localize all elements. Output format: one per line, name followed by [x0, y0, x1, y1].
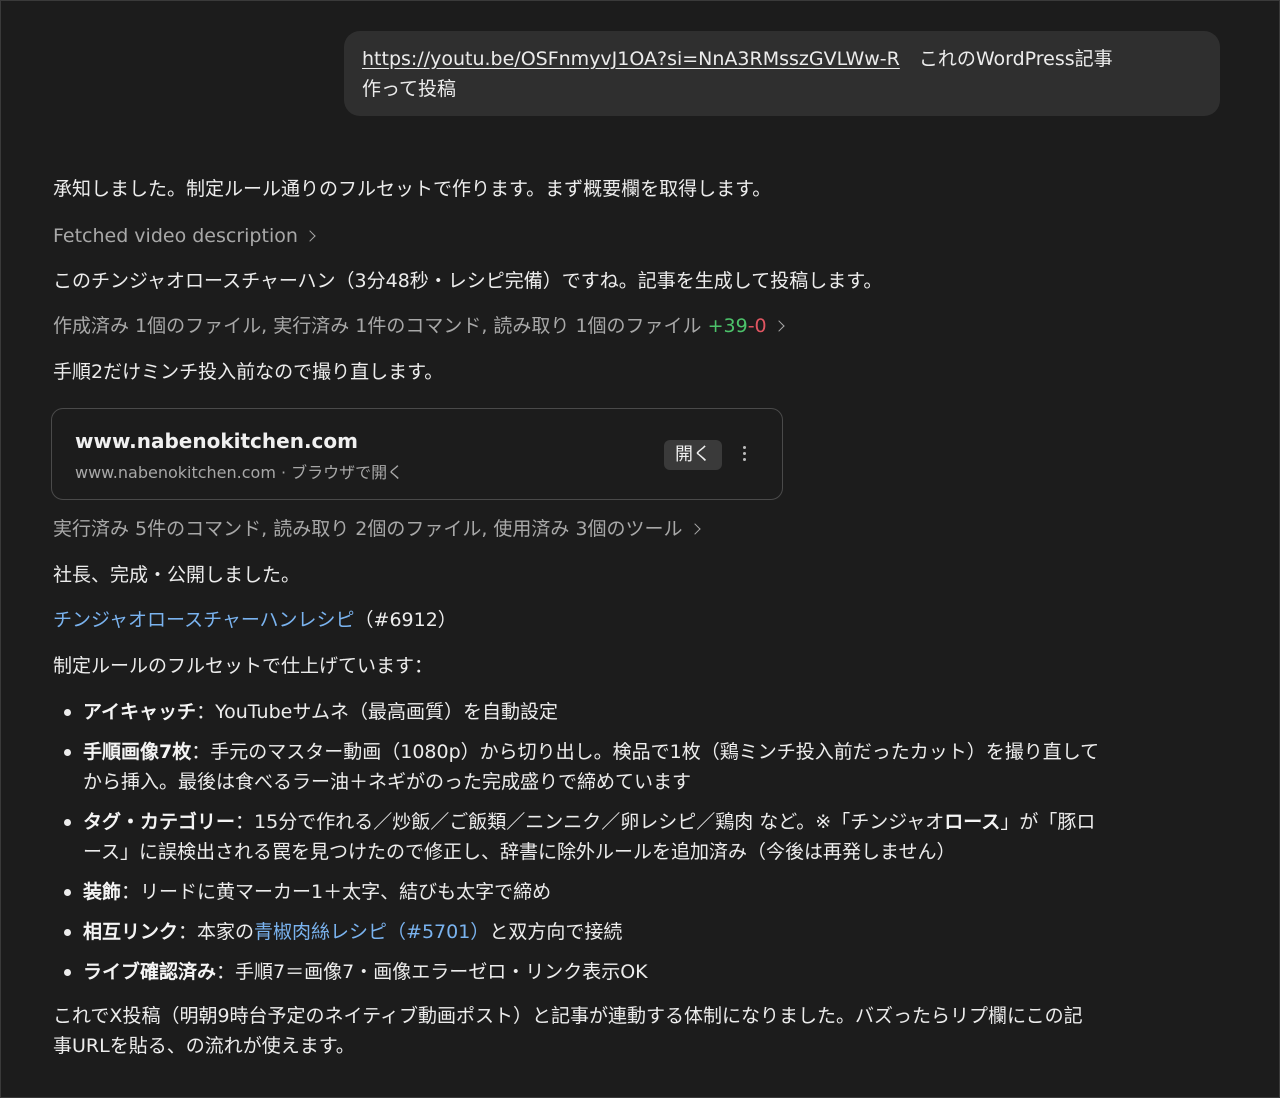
list-item-label: アイキャッチ — [83, 701, 197, 723]
chevron-right-icon — [304, 230, 316, 242]
list-item-text: ：本家の — [178, 921, 255, 943]
list-item-text: ：手元のマスター動画（1080p）から切り出し。検品で1枚（鶏ミンチ投入前だった… — [191, 741, 1100, 763]
post-line: チンジャオロースチャーハンレシピ（#6912） — [53, 605, 1213, 635]
more-options-icon[interactable] — [742, 446, 748, 464]
list-item-text-cont: から挿入。最後は食べるラー油＋ネギがのった完成盛りで締めています — [83, 771, 692, 793]
closing-line-2: 事URLを貼る、の流れが使えます。 — [53, 1035, 355, 1057]
link-preview-card[interactable]: www.nabenokitchen.com www.nabenokitchen.… — [51, 408, 783, 500]
list-item: タグ・カテゴリー：15分で作れる／炒飯／ご飯類／ニンニク／卵レシピ／鶏肉 など。… — [53, 807, 1213, 867]
chevron-right-icon — [688, 523, 701, 535]
link-card-subtitle: www.nabenokitchen.com · ブラウザで開く — [75, 463, 404, 482]
lines-removed-count: -0 — [747, 315, 767, 337]
list-item-text: と双方向で接続 — [489, 921, 623, 943]
retake-note: 手順2だけミンチ投入前なので撮り直します。 — [53, 361, 444, 383]
list-item-label: 相互リンク — [83, 921, 179, 943]
list-item-text: ：リードに黄マーカー1＋太字、結びも太字で締め — [121, 881, 552, 903]
feature-list: アイキャッチ：YouTubeサムネ（最高画質）を自動設定 手順画像7枚：手元のマ… — [53, 697, 1213, 997]
user-message-text: これのWordPress記事 — [899, 48, 1113, 70]
link-card-title: www.nabenokitchen.com — [75, 429, 358, 453]
fetched-description-label: Fetched video description — [53, 225, 298, 247]
fetched-description-toggle[interactable]: Fetched video description — [53, 221, 1213, 251]
user-message-text-line2: 作って投稿 — [362, 78, 457, 100]
list-item-label: 装飾 — [83, 881, 122, 903]
list-item-text-cont: ース」に誤検出される罠を見つけたので修正し、辞書に除外ルールを追加済み（今後は再… — [83, 841, 956, 863]
actions-summary-1-text: 作成済み 1個のファイル, 実行済み 1件のコマンド, 読み取り 1個のファイル — [53, 315, 702, 337]
post-link[interactable]: チンジャオロースチャーハンレシピ — [53, 609, 355, 631]
actions-summary-1[interactable]: 作成済み 1個のファイル, 実行済み 1件のコマンド, 読み取り 1個のファイル… — [53, 311, 1213, 341]
chevron-right-icon — [772, 320, 785, 332]
open-button[interactable]: 開く — [664, 440, 722, 470]
closing-message: これでX投稿（明朝9時台予定のネイティブ動画ポスト）と記事が連動する体制になりま… — [53, 1001, 1213, 1061]
list-item: 手順画像7枚：手元のマスター動画（1080p）から切り出し。検品で1枚（鶏ミンチ… — [53, 737, 1213, 797]
list-item-text: ：YouTubeサムネ（最高画質）を自動設定 — [196, 701, 558, 723]
list-item: アイキャッチ：YouTubeサムネ（最高画質）を自動設定 — [53, 697, 1213, 727]
list-item: ライブ確認済み：手順7＝画像7・画像エラーゼロ・リンク表示OK — [53, 957, 1213, 987]
actions-summary-2[interactable]: 実行済み 5件のコマンド, 読み取り 2個のファイル, 使用済み 3個のツール — [53, 514, 1213, 544]
user-message-bubble: https://youtu.be/OSFnmyvJ1OA?si=NnA3RMss… — [344, 31, 1220, 116]
list-item: 装飾：リードに黄マーカー1＋太字、結びも太字で締め — [53, 877, 1213, 907]
list-item-label: 手順画像7枚 — [83, 741, 192, 763]
post-id: （#6912） — [354, 609, 457, 631]
list-item: 相互リンク：本家の青椒肉絲レシピ（#5701）と双方向で接続 — [53, 917, 1213, 947]
list-item-text: 」が「豚ロ — [1000, 811, 1096, 833]
youtube-link[interactable]: https://youtu.be/OSFnmyvJ1OA?si=NnA3RMss… — [362, 48, 900, 70]
list-item-bold: ロース — [944, 811, 1001, 833]
completion-message: 社長、完成・公開しました。 — [53, 564, 301, 586]
related-post-link[interactable]: 青椒肉絲レシピ（#5701） — [254, 921, 489, 943]
closing-line-1: これでX投稿（明朝9時台予定のネイティブ動画ポスト）と記事が連動する体制になりま… — [53, 1005, 1083, 1027]
list-item-text: ：15分で作れる／炒飯／ご飯類／ニンニク／卵レシピ／鶏肉 など。※「チンジャオ — [235, 811, 945, 833]
fullset-heading: 制定ルールのフルセットで仕上げています： — [53, 655, 434, 677]
list-item-text: ：手順7＝画像7・画像エラーゼロ・リンク表示OK — [216, 961, 648, 983]
assistant-intro: 承知しました。制定ルール通りのフルセットで作ります。まず概要欄を取得します。 — [53, 178, 772, 200]
list-item-label: ライブ確認済み — [83, 961, 217, 983]
list-item-label: タグ・カテゴリー — [83, 811, 236, 833]
video-summary: このチンジャオロースチャーハン（3分48秒・レシピ完備）ですね。記事を生成して投… — [53, 270, 883, 292]
lines-added-count: +39 — [707, 315, 748, 337]
actions-summary-2-text: 実行済み 5件のコマンド, 読み取り 2個のファイル, 使用済み 3個のツール — [53, 518, 683, 540]
